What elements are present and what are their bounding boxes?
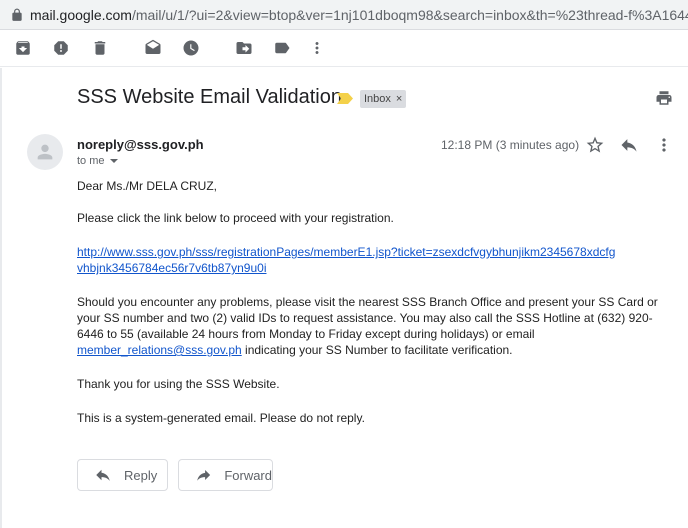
email-subject: SSS Website Email Validation [77, 86, 342, 108]
forward-button[interactable]: Forward [178, 459, 273, 491]
greeting: Dear Ms./Mr DELA CRUZ, [77, 179, 218, 193]
sender-address[interactable]: noreply@sss.gov.ph [77, 137, 204, 152]
reply-icon[interactable] [619, 135, 639, 155]
thanks-text: Thank you for using the SSS Website. [77, 377, 280, 391]
more-vert-icon[interactable] [308, 39, 326, 57]
message-toolbar [0, 31, 688, 67]
forward-button-label: Forward [224, 467, 272, 483]
support-email-link[interactable]: member_relations@sss.gov.ph [77, 343, 242, 357]
registration-link[interactable]: http://www.sss.gov.ph/sss/registrationPa… [77, 245, 615, 275]
sender-avatar [27, 134, 63, 170]
report-spam-icon[interactable] [52, 39, 70, 57]
chevron-down-icon [109, 159, 118, 163]
mark-unread-icon[interactable] [144, 39, 162, 57]
reply-button-label: Reply [124, 467, 158, 483]
remove-label-button[interactable]: × [396, 93, 402, 105]
registration-link-paragraph: http://www.sss.gov.ph/sss/registrationPa… [77, 244, 615, 276]
inbox-label-chip: Inbox × [360, 90, 407, 108]
star-icon[interactable] [585, 135, 605, 155]
problems-paragraph: Should you encounter any problems, pleas… [77, 295, 658, 357]
delete-icon[interactable] [91, 39, 109, 57]
archive-icon[interactable] [14, 39, 32, 57]
more-options-icon[interactable] [654, 135, 674, 155]
window-edge [0, 68, 2, 528]
reply-icon [96, 469, 110, 481]
recipient-details-toggle[interactable]: to me [77, 155, 118, 167]
forward-icon [197, 469, 211, 481]
recipient-text: to me [77, 155, 105, 167]
url-text: mail.google.com/mail/u/1/?ui=2&view=btop… [30, 6, 688, 23]
label-chip-text: Inbox [364, 93, 391, 105]
move-to-icon[interactable] [235, 39, 253, 57]
instruction-text: Please click the link below to proceed w… [77, 211, 394, 225]
browser-url-bar[interactable]: mail.google.com/mail/u/1/?ui=2&view=btop… [0, 0, 688, 30]
reply-button[interactable]: Reply [77, 459, 168, 491]
disclaimer-text: This is a system-generated email. Please… [77, 411, 365, 425]
snooze-icon[interactable] [182, 39, 200, 57]
email-timestamp: 12:18 PM (3 minutes ago) [441, 138, 580, 152]
person-icon [37, 144, 53, 160]
print-icon[interactable] [655, 89, 673, 107]
lock-icon [12, 8, 22, 21]
label-icon[interactable] [273, 39, 291, 57]
important-marker-icon[interactable] [337, 93, 353, 104]
